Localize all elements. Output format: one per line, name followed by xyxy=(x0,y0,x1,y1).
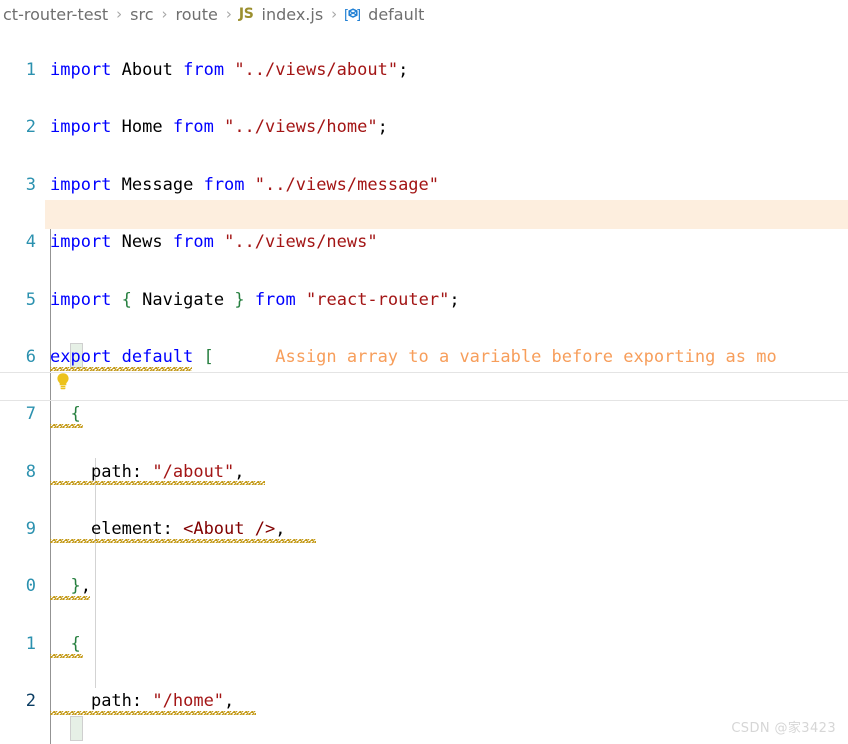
breadcrumb-item-src[interactable]: src xyxy=(129,5,154,24)
inline-warning-band xyxy=(45,200,848,229)
line-number: 7 xyxy=(25,404,36,425)
active-line-border-top xyxy=(0,372,848,373)
watermark: CSDN @家3423 xyxy=(731,721,836,736)
code-line[interactable]: 9 element: <About />, xyxy=(0,515,848,544)
bracket-match-highlight xyxy=(70,716,83,741)
code-line-active[interactable]: 2 path: "/home", xyxy=(0,687,848,716)
code-text: { xyxy=(70,633,81,654)
line-number: 4 xyxy=(25,232,36,253)
js-file-icon: JS xyxy=(238,6,254,22)
code-text: { xyxy=(70,404,81,425)
line-number: 3 xyxy=(25,174,36,195)
lightbulb-icon[interactable] xyxy=(55,372,71,390)
code-line-warning[interactable]: 6 export default [ Assign array to a var… xyxy=(0,343,848,372)
code-line[interactable]: 1 { xyxy=(0,630,848,659)
code-line[interactable]: 2 import Home from "../views/home"; xyxy=(0,113,848,142)
inline-warning-message: Assign array to a variable before export… xyxy=(275,346,777,367)
breadcrumb: ct-router-test › src › route › JS index.… xyxy=(0,0,848,28)
breadcrumb-item-symbol[interactable]: default xyxy=(367,5,425,24)
symbol-variable-icon: [ ] xyxy=(344,7,361,22)
line-number: 0 xyxy=(25,576,36,597)
code-line[interactable]: 3 import Message from "../views/message" xyxy=(0,171,848,200)
breadcrumb-item-project[interactable]: ct-router-test xyxy=(2,5,109,24)
code-text: element: <About />, xyxy=(90,519,286,540)
line-number: 1 xyxy=(25,633,36,654)
line-number: 5 xyxy=(25,289,36,310)
breadcrumb-separator: › xyxy=(161,5,168,23)
code-text: import Message from "../views/message" xyxy=(50,174,440,195)
line-number: 8 xyxy=(25,461,36,482)
breadcrumb-separator: › xyxy=(225,5,232,23)
breadcrumb-separator: › xyxy=(331,5,338,23)
code-line[interactable]: 0 }, xyxy=(0,572,848,601)
code-text: }, xyxy=(70,576,91,597)
line-number: 2 xyxy=(25,117,36,138)
line-number-active: 2 xyxy=(25,691,36,712)
line-number: 9 xyxy=(25,519,36,540)
svg-text:[: [ xyxy=(344,8,349,22)
code-text: import News from "../views/news" xyxy=(50,232,378,253)
code-line[interactable]: 1 import About from "../views/about"; xyxy=(0,56,848,85)
code-line[interactable]: 7 { xyxy=(0,400,848,429)
line-number: 6 xyxy=(25,346,36,367)
code-editor[interactable]: 1 import About from "../views/about"; 2 … xyxy=(0,28,848,744)
code-text: import About from "../views/about"; xyxy=(50,60,409,80)
line-number: 1 xyxy=(25,60,36,80)
breadcrumb-item-route[interactable]: route xyxy=(175,5,219,24)
breadcrumb-separator: › xyxy=(116,5,123,23)
code-text: import Home from "../views/home"; xyxy=(50,117,388,138)
code-text: path: "/home", xyxy=(90,691,235,712)
breadcrumb-item-file[interactable]: index.js xyxy=(261,5,325,24)
code-line[interactable]: 4 import News from "../views/news" xyxy=(0,228,848,257)
code-text: export default [ Assign array to a varia… xyxy=(50,346,777,367)
code-line[interactable]: 8 path: "/about", xyxy=(0,458,848,487)
code-line[interactable]: 5 import { Navigate } from "react-router… xyxy=(0,286,848,315)
svg-text:]: ] xyxy=(356,8,361,22)
code-text: import { Navigate } from "react-router"; xyxy=(50,289,460,310)
code-text: path: "/about", xyxy=(90,461,245,482)
